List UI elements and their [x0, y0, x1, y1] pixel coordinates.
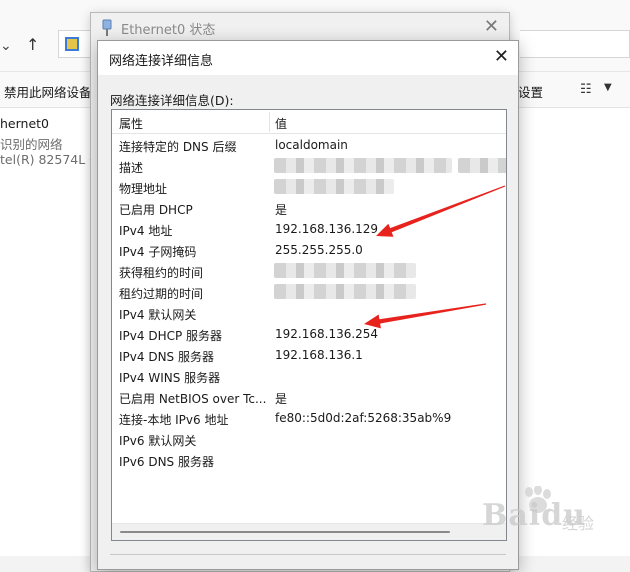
row-property: 已启用 NetBIOS over Tc... [119, 392, 267, 406]
row-value: 192.168.136.1 [275, 348, 363, 362]
chevron-down-icon[interactable]: ▼ [604, 82, 612, 93]
details-dialog-titlebar: 网络连接详细信息 ✕ [98, 41, 518, 75]
scrollbar-thumb[interactable] [120, 531, 450, 533]
row-value: 192.168.136.129 [275, 222, 379, 236]
adapter-name[interactable]: hernet0 [0, 116, 49, 131]
details-list-label: 网络连接详细信息(D): [110, 93, 234, 108]
column-header-property[interactable]: 属性 [119, 115, 143, 132]
baidu-watermark: Baidu 经验 [478, 486, 628, 550]
table-row[interactable]: IPv4 子网掩码 255.255.255.0 [112, 240, 506, 261]
disable-device-button[interactable]: 禁用此网络设备 [4, 82, 92, 101]
horizontal-scrollbar[interactable] [112, 523, 506, 540]
row-value: fe80::5d0d:2af:5268:35ab%9 [275, 411, 452, 425]
row-property: 连接特定的 DNS 后缀 [119, 140, 237, 154]
search-box[interactable] [520, 30, 630, 58]
table-row[interactable]: 连接-本地 IPv6 地址 fe80::5d0d:2af:5268:35ab%9 [112, 408, 506, 429]
column-header-value[interactable]: 值 [275, 115, 287, 132]
row-property: 物理地址 [119, 182, 168, 196]
details-dialog: 网络连接详细信息 ✕ 网络连接详细信息(D): 属性 值 连接特定的 DNS 后… [97, 40, 519, 570]
row-property: 描述 [119, 161, 144, 175]
network-connections-icon [65, 37, 79, 51]
row-property: IPv6 DNS 服务器 [119, 455, 214, 469]
chevron-down-icon[interactable]: ⌄ [0, 38, 12, 54]
row-property: IPv4 WINS 服务器 [119, 371, 221, 385]
redacted-value [274, 158, 452, 173]
close-icon[interactable]: ✕ [494, 46, 509, 67]
status-dialog-title: Ethernet0 状态 [121, 23, 216, 38]
view-options-icon[interactable]: ☷ [580, 82, 592, 97]
row-property: 连接-本地 IPv6 地址 [119, 413, 229, 427]
details-list[interactable]: 属性 值 连接特定的 DNS 后缀 localdomain 描述物理地址已启用 DH… [111, 109, 507, 541]
table-row[interactable]: IPv6 默认网关 [112, 429, 506, 450]
adapter-device: tel(R) 82574L Gi [0, 152, 103, 167]
adapter-status: 识别的网络 [0, 137, 63, 152]
row-property: IPv4 默认网关 [119, 308, 197, 322]
row-property: IPv4 地址 [119, 224, 173, 238]
redacted-value [274, 284, 416, 299]
row-value: 255.255.255.0 [275, 243, 363, 257]
row-property: IPv6 默认网关 [119, 434, 197, 448]
details-list-header: 属性 值 [112, 110, 506, 134]
redacted-value [274, 179, 394, 194]
table-row[interactable]: IPv6 DNS 服务器 [112, 450, 506, 471]
redacted-value [458, 158, 506, 173]
table-row[interactable]: IPv4 默认网关 [112, 303, 506, 324]
table-row[interactable]: IPv4 WINS 服务器 [112, 366, 506, 387]
table-row[interactable]: 连接特定的 DNS 后缀 localdomain [112, 135, 506, 156]
row-property: 租约过期的时间 [119, 287, 204, 301]
row-value: 是 [275, 392, 288, 406]
row-property: IPv4 DHCP 服务器 [119, 329, 223, 343]
row-property: IPv4 子网掩码 [119, 245, 197, 259]
row-property: IPv4 DNS 服务器 [119, 350, 214, 364]
row-property: 获得租约的时间 [119, 266, 204, 280]
close-icon[interactable]: ✕ [484, 16, 499, 37]
table-row[interactable]: IPv4 地址 192.168.136.129 [112, 219, 506, 240]
settings-button[interactable]: 设置 [518, 82, 543, 101]
table-row[interactable]: 已启用 DHCP 是 [112, 198, 506, 219]
redacted-value [274, 263, 416, 278]
table-row[interactable]: IPv4 DHCP 服务器 192.168.136.254 [112, 324, 506, 345]
table-row[interactable]: 已启用 NetBIOS over Tc... 是 [112, 387, 506, 408]
row-value: 是 [275, 203, 288, 217]
network-adapter-icon [102, 19, 112, 36]
watermark-subtext: 经验 [562, 514, 595, 533]
table-row[interactable]: 租约过期的时间 [112, 282, 506, 303]
row-value: localdomain [275, 138, 348, 152]
table-row[interactable]: 获得租约的时间 [112, 261, 506, 282]
column-divider[interactable] [269, 112, 270, 132]
table-row[interactable]: 描述 [112, 156, 506, 177]
details-dialog-title: 网络连接详细信息 [109, 54, 214, 69]
divider [110, 554, 506, 555]
row-value: 192.168.136.254 [275, 327, 379, 341]
row-property: 已启用 DHCP [119, 203, 193, 217]
table-row[interactable]: 物理地址 [112, 177, 506, 198]
up-arrow-icon[interactable]: ↑ [26, 35, 39, 54]
details-list-rows: 连接特定的 DNS 后缀 localdomain 描述物理地址已启用 DHCP 是 IP… [112, 135, 506, 471]
table-row[interactable]: IPv4 DNS 服务器 192.168.136.1 [112, 345, 506, 366]
